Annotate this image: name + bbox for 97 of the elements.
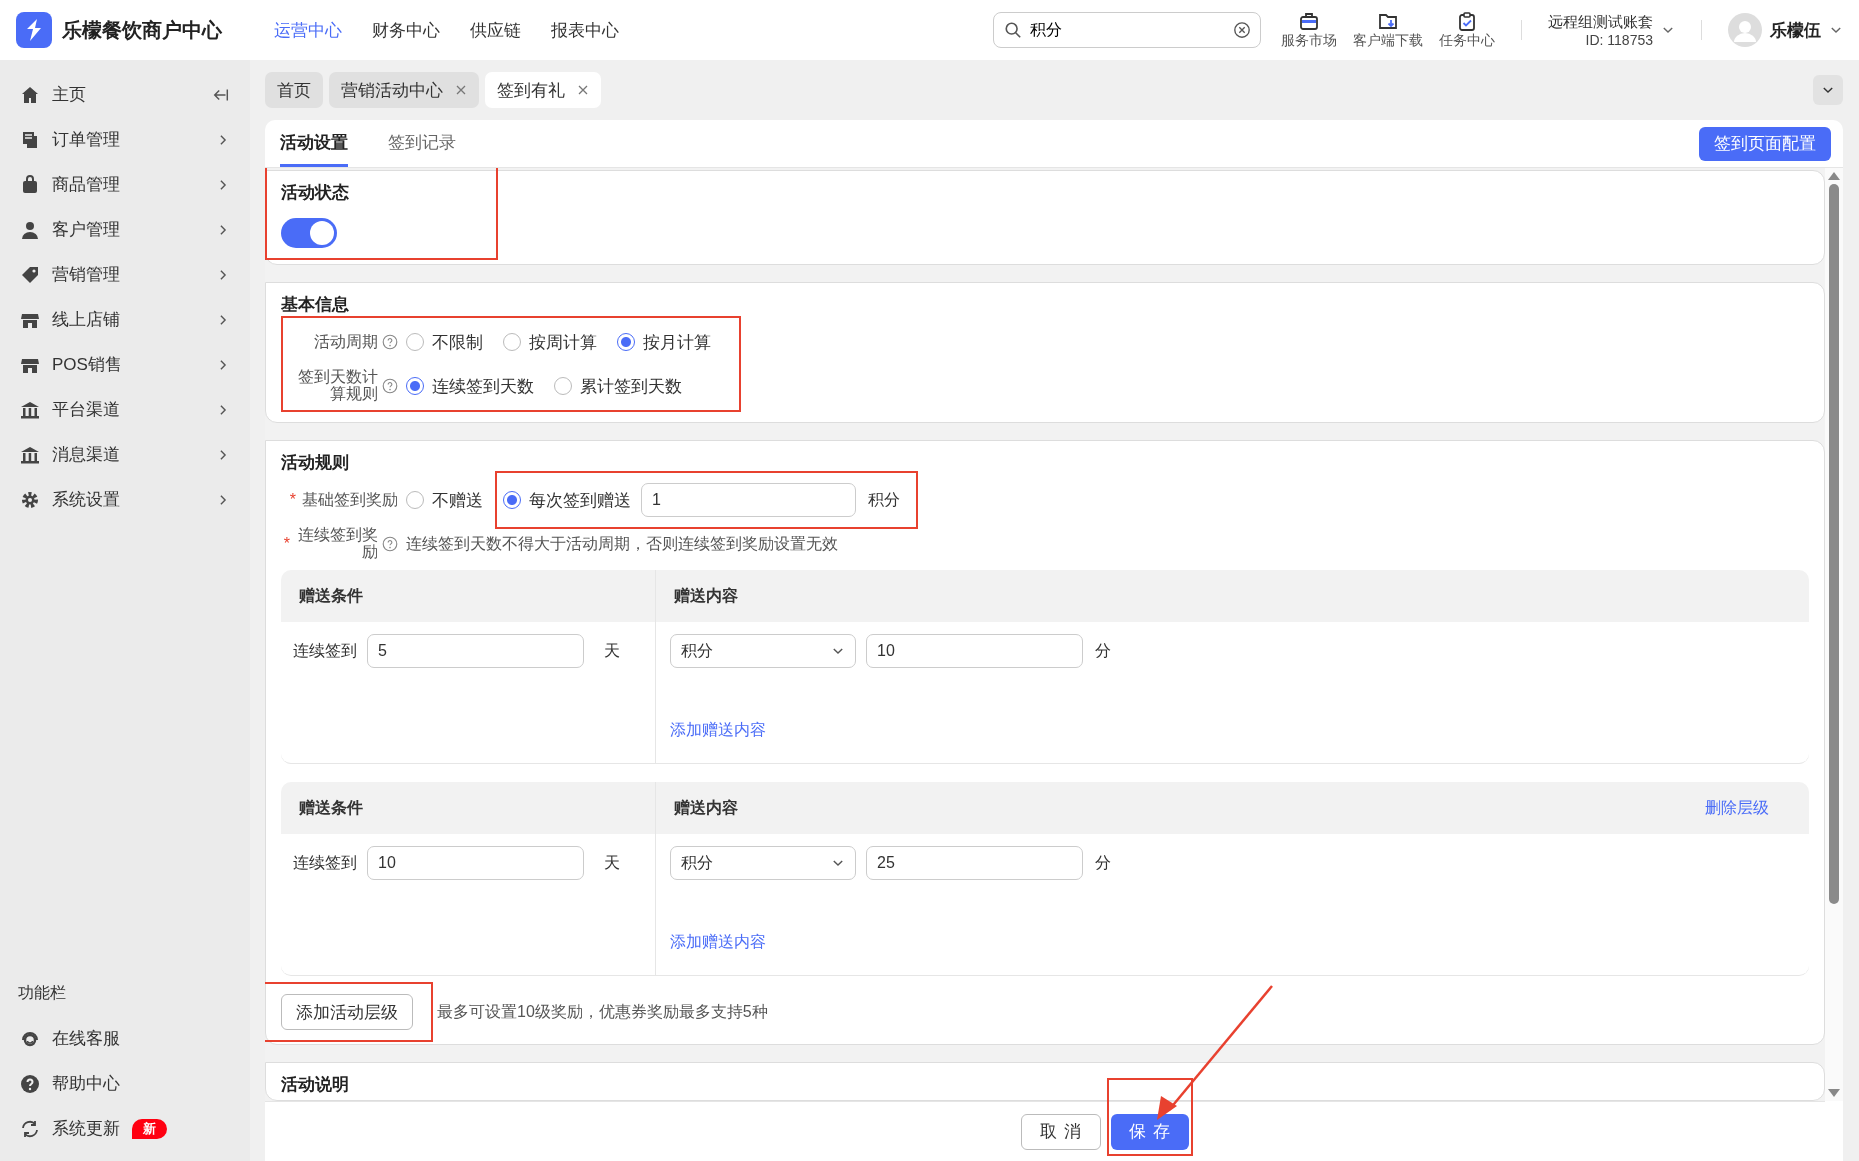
search-icon [1004, 21, 1022, 39]
nav-tab[interactable]: 财务中心 [372, 18, 440, 42]
add-content-link[interactable]: 添加赠送内容 [670, 932, 766, 953]
input-field[interactable]: 5 [367, 634, 584, 668]
nav-tab[interactable]: 报表中心 [551, 18, 619, 42]
unit-label: 分 [1095, 640, 1111, 661]
column-header: 赠送条件 [299, 797, 363, 818]
nav-tab[interactable]: 供应链 [470, 18, 521, 42]
clipboard-check-icon [1457, 10, 1477, 31]
add-content-link[interactable]: 添加赠送内容 [670, 720, 766, 741]
user-menu[interactable]: 乐檬伍 [1728, 13, 1843, 47]
sidebar-item[interactable]: 订单管理 [0, 117, 250, 162]
sidebar-item[interactable]: 线上店铺 [0, 297, 250, 342]
page-tab[interactable]: 签到有礼 [485, 72, 601, 108]
radio-option[interactable]: 不赠送 [406, 488, 483, 512]
field-label: 基础签到奖励 [302, 491, 398, 509]
field-label: 连续签到奖励 [297, 527, 378, 561]
close-icon[interactable] [455, 84, 467, 96]
sidebar-item[interactable]: 主页 [0, 72, 250, 117]
help-icon [382, 536, 398, 552]
required-mark: * [289, 491, 296, 509]
app-title: 乐檬餐饮商户中心 [62, 17, 222, 43]
account-switcher[interactable]: 远程组测试账套 ID: 118753 [1548, 12, 1675, 48]
field-label: 连续签到 [293, 641, 357, 661]
input-field[interactable]: 10 [866, 634, 1083, 668]
sub-tab[interactable]: 签到记录 [388, 120, 456, 167]
gear-icon [20, 489, 40, 510]
help-icon [20, 1073, 40, 1094]
toolbar-button[interactable]: 客户端下载 [1353, 10, 1423, 50]
input-field[interactable]: 1 [641, 483, 856, 517]
radio-option[interactable]: 每次签到赠送 [503, 488, 631, 512]
delete-level-link[interactable]: 删除层级 [1705, 797, 1769, 819]
radio-option[interactable]: 连续签到天数 [406, 374, 534, 398]
toolbar-button[interactable]: 服务市场 [1281, 10, 1337, 50]
radio-option[interactable]: 累计签到天数 [554, 374, 682, 398]
input-field[interactable]: 25 [866, 846, 1083, 880]
page-tab[interactable]: 首页 [265, 72, 323, 108]
app-logo-icon [16, 12, 52, 48]
unit-label: 天 [604, 641, 620, 661]
radio-option[interactable]: 按周计算 [503, 330, 597, 354]
toggle-switch[interactable] [281, 218, 337, 248]
dropdown[interactable]: 积分 [670, 846, 856, 880]
input-field[interactable]: 10 [367, 846, 584, 880]
radio-option[interactable]: 不限制 [406, 330, 483, 354]
column-header: 赠送内容 [674, 585, 738, 606]
radio-option[interactable]: 按月计算 [617, 330, 711, 354]
sidebar-item[interactable]: 帮助中心 [0, 1061, 250, 1106]
cancel-button[interactable]: 取 消 [1021, 1113, 1101, 1150]
sidebar-item[interactable]: POS销售 [0, 342, 250, 387]
sidebar-item[interactable]: 商品管理 [0, 162, 250, 207]
home-icon [20, 84, 40, 105]
toolbar-button[interactable]: 任务中心 [1439, 10, 1495, 50]
bank-icon [20, 399, 40, 420]
add-level-button[interactable]: 添加活动层级 [281, 994, 413, 1030]
unit-label: 分 [1095, 852, 1111, 873]
sidebar-item[interactable]: 消息渠道 [0, 432, 250, 477]
new-badge: 新 [132, 1118, 167, 1139]
bag-icon [20, 174, 40, 195]
scrollbar[interactable] [1825, 168, 1843, 1101]
tabs-menu-button[interactable] [1813, 75, 1843, 105]
sidebar-item[interactable]: 客户管理 [0, 207, 250, 252]
sidebar-item[interactable]: 平台渠道 [0, 387, 250, 432]
sidebar-item[interactable]: 在线客服 [0, 1016, 250, 1061]
section-title: 活动状态 [281, 182, 350, 204]
help-icon [382, 378, 398, 394]
search-field[interactable]: 积分 [993, 12, 1261, 48]
column-header: 赠送条件 [299, 585, 363, 606]
briefcase-icon [1299, 10, 1319, 31]
required-mark: * [283, 535, 290, 553]
page-tab[interactable]: 营销活动中心 [329, 72, 479, 108]
unit-label: 积分 [868, 489, 900, 510]
field-label: 签到天数计算规则 [297, 369, 378, 403]
config-button[interactable]: 签到页面配置 [1699, 126, 1831, 161]
hint-text: 最多可设置10级奖励，优惠券奖励最多支持5种 [437, 1001, 768, 1022]
column-header: 赠送内容 [674, 797, 738, 818]
hint-text: 连续签到天数不得大于活动周期，否则连续签到奖励设置无效 [406, 533, 838, 554]
section-title: 功能栏 [17, 983, 67, 1003]
bank-icon [20, 444, 40, 465]
section-title: 活动规则 [281, 452, 350, 474]
sidebar-item[interactable]: 系统设置 [0, 477, 250, 522]
help-icon [382, 334, 398, 350]
refresh-icon [20, 1118, 40, 1139]
dropdown[interactable]: 积分 [670, 634, 856, 668]
field-label: 活动周期 [313, 333, 378, 351]
section-title: 活动说明 [281, 1074, 350, 1096]
unit-label: 天 [604, 853, 620, 873]
section-title: 基本信息 [281, 294, 350, 316]
field-label: 连续签到 [293, 853, 357, 873]
clear-icon[interactable] [1233, 21, 1251, 39]
person-icon [20, 219, 40, 240]
sidebar-item[interactable]: 系统更新 新 [0, 1106, 250, 1151]
save-button[interactable]: 保 存 [1111, 1113, 1189, 1150]
tag-icon [20, 264, 40, 285]
sidebar-item[interactable]: 营销管理 [0, 252, 250, 297]
avatar-icon [1728, 13, 1762, 47]
nav-tab[interactable]: 运营中心 [274, 18, 342, 42]
close-icon[interactable] [577, 84, 589, 96]
